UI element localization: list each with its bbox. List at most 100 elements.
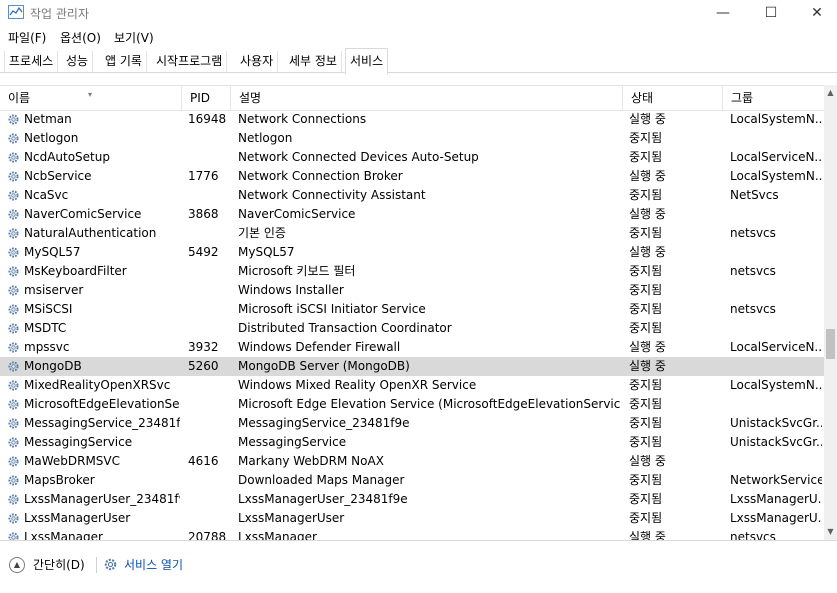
- service-gear-icon: [8, 399, 19, 410]
- service-status: 중지됨: [629, 283, 663, 297]
- service-description: Network Connection Broker: [238, 169, 403, 183]
- service-description: 기본 인증: [238, 226, 286, 240]
- service-row[interactable]: NcbService 1776 Network Connection Broker 실…: [0, 167, 824, 186]
- service-name: MicrosoftEdgeElevationSer...: [24, 397, 180, 411]
- column-description[interactable]: 설명: [231, 86, 623, 110]
- tab-startup[interactable]: 시작프로그램: [152, 51, 228, 72]
- service-gear-icon: [8, 475, 19, 486]
- service-row[interactable]: LxssManagerUser_23481f9e LxssManagerUser_…: [0, 490, 824, 509]
- service-description: LxssManagerUser: [238, 511, 345, 525]
- minimize-button[interactable]: —: [700, 0, 746, 26]
- service-pid: [188, 433, 230, 452]
- service-name: MixedRealityOpenXRSvc: [24, 378, 171, 392]
- service-group: [730, 357, 822, 376]
- scrollbar-thumb[interactable]: [826, 329, 835, 360]
- column-group[interactable]: 그룹: [723, 86, 824, 110]
- open-services-label: 서비스 열기: [124, 558, 184, 572]
- service-pid: [188, 395, 230, 414]
- service-name: MSiSCSI: [24, 302, 73, 316]
- scroll-down-icon[interactable]: ▼: [824, 524, 837, 540]
- service-status: 중지됨: [629, 511, 663, 525]
- service-row[interactable]: mpssvc 3932 Windows Defender Firewall 실행 중 L…: [0, 338, 824, 357]
- service-pid: 4616: [188, 454, 219, 468]
- service-row[interactable]: NaverComicService 3868 NaverComicService 실행…: [0, 205, 824, 224]
- service-description: MySQL57: [238, 245, 295, 259]
- tab-performance[interactable]: 성능: [62, 51, 94, 72]
- service-status: 중지됨: [629, 473, 663, 487]
- service-row[interactable]: MySQL57 5492 MySQL57 실행 중: [0, 243, 824, 262]
- service-description: MessagingService_23481f9e: [238, 416, 410, 430]
- service-pid: [188, 300, 230, 319]
- service-row[interactable]: MessagingService MessagingService 중지됨 Unist…: [0, 433, 824, 452]
- service-row[interactable]: LxssManagerUser LxssManagerUser 중지됨 LxssMan…: [0, 509, 824, 528]
- service-description: LxssManagerUser_23481f9e: [238, 492, 408, 506]
- column-pid[interactable]: PID: [182, 86, 231, 110]
- maximize-button[interactable]: ☐: [748, 0, 794, 26]
- service-gear-icon: [8, 418, 19, 429]
- service-group: [730, 281, 822, 300]
- scroll-up-icon[interactable]: ▲: [824, 85, 837, 101]
- close-button[interactable]: ✕: [794, 0, 837, 26]
- service-description: MongoDB Server (MongoDB): [238, 359, 410, 373]
- service-gear-icon: [8, 190, 19, 201]
- service-row[interactable]: Netman 16948 Network Connections 실행 중 LocalS…: [0, 110, 824, 129]
- service-name: MySQL57: [24, 245, 81, 259]
- service-row[interactable]: Netlogon Netlogon 중지됨: [0, 129, 824, 148]
- header-gap: [0, 73, 837, 85]
- service-row[interactable]: MSDTC Distributed Transaction Coordinator…: [0, 319, 824, 338]
- title-bar: 작업 관리자 — ☐ ✕: [0, 0, 837, 26]
- service-row[interactable]: MixedRealityOpenXRSvc Windows Mixed Reali…: [0, 376, 824, 395]
- service-group: NetworkService: [730, 473, 822, 487]
- tab-processes[interactable]: 프로세스: [4, 51, 59, 72]
- menu-view[interactable]: 보기(V): [114, 29, 154, 46]
- service-status: 중지됨: [629, 378, 663, 392]
- service-description: Network Connectivity Assistant: [238, 188, 426, 202]
- tab-details[interactable]: 세부 정보: [285, 51, 342, 72]
- service-group: LocalServiceN...: [730, 150, 822, 164]
- service-pid: 5260: [188, 359, 219, 373]
- column-status[interactable]: 상태: [623, 86, 723, 110]
- service-name: MaWebDRMSVC: [24, 454, 121, 468]
- service-name: msiserver: [24, 283, 84, 297]
- service-status: 중지됨: [629, 416, 663, 430]
- service-status: 중지됨: [629, 397, 663, 411]
- service-row[interactable]: NcdAutoSetup Network Connected Devices Au…: [0, 148, 824, 167]
- service-pid: [188, 490, 230, 509]
- fewer-details-button[interactable]: ▲ 간단히(D): [9, 556, 85, 573]
- tab-services[interactable]: 서비스: [345, 48, 389, 75]
- service-row[interactable]: NaturalAuthentication 기본 인증 중지됨 netsvcs: [0, 224, 824, 243]
- column-name[interactable]: ▾ 이름: [0, 86, 182, 110]
- open-services-link[interactable]: 서비스 열기: [103, 556, 183, 573]
- service-status: 실행 중: [629, 340, 666, 354]
- services-gear-icon: [104, 558, 117, 571]
- service-row[interactable]: MessagingService_23481f9e MessagingServic…: [0, 414, 824, 433]
- service-row[interactable]: msiserver Windows Installer 중지됨: [0, 281, 824, 300]
- service-pid: [188, 224, 230, 243]
- service-group: NetSvcs: [730, 188, 779, 202]
- service-pid: [188, 129, 230, 148]
- service-description: Network Connections: [238, 112, 367, 126]
- service-description: Microsoft Edge Elevation Service (Micros…: [238, 397, 620, 411]
- service-row[interactable]: MaWebDRMSVC 4616 Markany WebDRM NoAX 실행 중: [0, 452, 824, 471]
- tab-app-history[interactable]: 앱 기록: [101, 51, 147, 72]
- fewer-details-label: 간단히(D): [33, 558, 85, 572]
- service-pid: 1776: [188, 169, 219, 183]
- menu-options[interactable]: 옵션(O): [60, 29, 101, 46]
- service-name: mpssvc: [24, 340, 70, 354]
- service-row[interactable]: LxssManager 20788 LxssManager 실행 중 netsvcs: [0, 528, 824, 540]
- service-group: netsvcs: [730, 302, 776, 316]
- service-gear-icon: [8, 228, 19, 239]
- service-row[interactable]: NcaSvc Network Connectivity Assistant 중지됨 N…: [0, 186, 824, 205]
- service-group: [730, 452, 822, 471]
- tab-users[interactable]: 사용자: [236, 51, 279, 72]
- service-name: MessagingService_23481f9e: [24, 416, 180, 430]
- service-row[interactable]: MSiSCSI Microsoft iSCSI Initiator Service…: [0, 300, 824, 319]
- service-row[interactable]: MicrosoftEdgeElevationSer... Microsoft Ed…: [0, 395, 824, 414]
- menu-file[interactable]: 파일(F): [8, 29, 46, 46]
- chevron-up-icon: ▲: [9, 556, 25, 573]
- service-row[interactable]: MsKeyboardFilter Microsoft 키보드 필터 중지됨 netsv…: [0, 262, 824, 281]
- service-row[interactable]: MongoDB 5260 MongoDB Server (MongoDB) 실행 중: [0, 357, 824, 376]
- service-gear-icon: [8, 133, 19, 144]
- service-row[interactable]: MapsBroker Downloaded Maps Manager 중지됨 Netw…: [0, 471, 824, 490]
- vertical-scrollbar[interactable]: ▲ ▼: [824, 85, 837, 540]
